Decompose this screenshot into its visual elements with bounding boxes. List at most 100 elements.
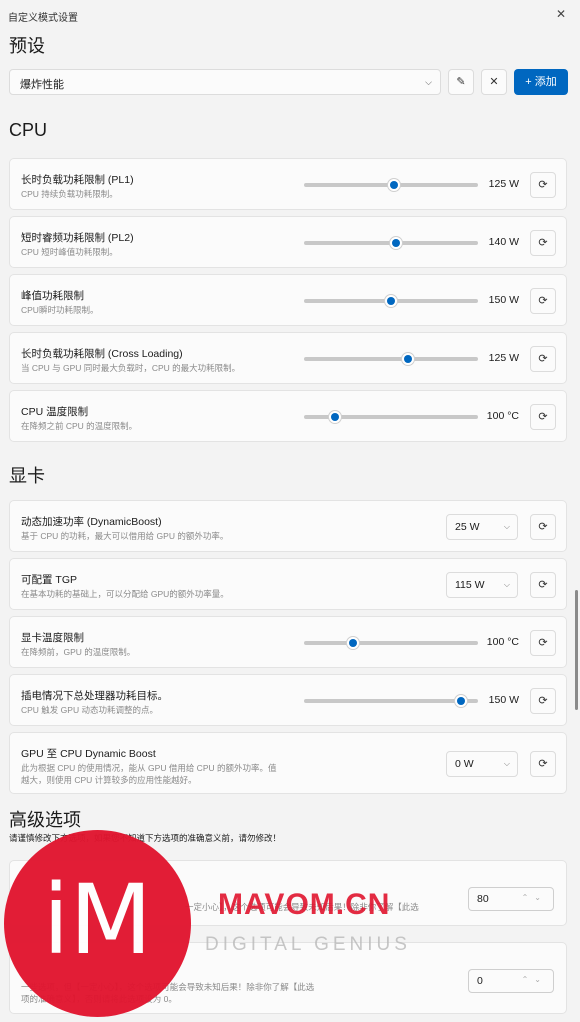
slider-thumb[interactable]: [387, 178, 402, 192]
dynamic-boost-select[interactable]: 25 W ⌵: [446, 514, 518, 540]
select-value: 25 W: [455, 521, 480, 533]
setting-description: CPU瞬时功耗限制。: [21, 305, 99, 315]
window-title: 自定义模式设置: [8, 13, 78, 24]
reset-button[interactable]: ⟳: [530, 630, 556, 656]
slider-thumb[interactable]: [453, 694, 468, 708]
setting-slider[interactable]: [304, 636, 478, 650]
reset-button[interactable]: ⟳: [530, 346, 556, 372]
setting-label: 峰值功耗限制: [21, 290, 84, 302]
reset-icon: ⟳: [538, 579, 548, 591]
chevron-down-icon: ⌵: [425, 77, 432, 87]
chevron-down-icon: ⌵: [503, 580, 510, 589]
cpu-setting-row: 短时睿频功耗限制 (PL2) CPU 短时峰值功耗限制。 140 W ⟳: [9, 216, 567, 268]
close-icon: ✕: [489, 76, 499, 88]
setting-label: 插电情况下总处理器功耗目标。: [21, 690, 168, 702]
setting-description: CPU 触发 GPU 动态功耗调整的点。: [21, 705, 158, 715]
add-preset-button[interactable]: + 添加: [514, 69, 568, 95]
slider-thumb[interactable]: [401, 352, 416, 366]
title-bar: 自定义模式设置 ✕: [0, 0, 580, 28]
setting-description: 基于 CPU 的功耗，最大可以借用给 GPU 的额外功率。: [21, 531, 229, 541]
reset-icon: ⟳: [538, 353, 548, 365]
reset-icon: ⟳: [538, 179, 548, 191]
setting-slider[interactable]: [304, 694, 478, 708]
setting-description: 在降频前，GPU 的温度限制。: [21, 647, 136, 657]
setting-label: 长时负载功耗限制 (Cross Loading): [21, 348, 183, 360]
setting-description: 越大，则使用 CPU 计算较多的应用性能越好。: [21, 775, 197, 785]
number-input[interactable]: 80 ⌃⌄: [468, 887, 554, 911]
setting-value: 125 W: [488, 178, 519, 190]
setting-description: 在基本功耗的基础上，可以分配给 GPU的额外功率量。: [21, 589, 229, 599]
setting-slider[interactable]: [304, 352, 478, 366]
reset-button[interactable]: ⟳: [530, 404, 556, 430]
reset-icon: ⟳: [538, 637, 548, 649]
setting-value: 100 °C: [486, 636, 519, 648]
gpu-setting-row: 可配置 TGP 在基本功耗的基础上，可以分配给 GPU的额外功率量。 115 W…: [9, 558, 567, 610]
gpu-heading: 显卡: [9, 466, 45, 486]
setting-description: 在降频之前 CPU 的温度限制。: [21, 421, 138, 431]
setting-label: 显卡温度限制: [21, 632, 84, 644]
setting-value: 150 W: [488, 294, 519, 306]
number-input[interactable]: 0 ⌃⌄: [468, 969, 554, 993]
setting-description: CPU 持续负载功耗限制。: [21, 189, 118, 199]
setting-slider[interactable]: [304, 410, 478, 424]
reset-button[interactable]: ⟳: [530, 514, 556, 540]
watermark-tagline: DIGITAL GENIUS: [205, 934, 411, 955]
spinner-icon[interactable]: ⌃⌄: [522, 975, 547, 984]
setting-description: CPU 短时峰值功耗限制。: [21, 247, 118, 257]
reset-button[interactable]: ⟳: [530, 288, 556, 314]
select-value: 0 W: [455, 758, 474, 770]
setting-label: 长时负载功耗限制 (PL1): [21, 174, 134, 186]
setting-slider[interactable]: [304, 236, 478, 250]
preset-row: 爆炸性能 ⌵ ✎ ✕ + 添加: [9, 69, 569, 95]
cpu-setting-row: 长时负载功耗限制 (Cross Loading) 当 CPU 与 GPU 同时最…: [9, 332, 567, 384]
setting-value: 125 W: [488, 352, 519, 364]
setting-description: 当 CPU 与 GPU 同时最大负载时，CPU 的最大功耗限制。: [21, 363, 241, 373]
close-icon[interactable]: ✕: [550, 4, 572, 24]
reset-icon: ⟳: [538, 295, 548, 307]
preset-heading: 预设: [9, 36, 45, 56]
slider-thumb[interactable]: [328, 410, 343, 424]
slider-thumb[interactable]: [384, 294, 398, 308]
setting-label: 可配置 TGP: [21, 574, 78, 586]
setting-label: 短时睿频功耗限制 (PL2): [21, 232, 134, 244]
reset-button[interactable]: ⟳: [530, 172, 556, 198]
reset-icon: ⟳: [538, 758, 548, 770]
scrollbar[interactable]: [575, 590, 578, 710]
setting-value: 100 °C: [486, 410, 519, 422]
edit-preset-button[interactable]: ✎: [448, 69, 474, 95]
gpu-setting-row: 插电情况下总处理器功耗目标。 CPU 触发 GPU 动态功耗调整的点。 150 …: [9, 674, 567, 726]
advanced-heading: 高级选项: [9, 810, 81, 830]
number-value: 80: [477, 893, 489, 905]
setting-slider[interactable]: [304, 178, 478, 192]
setting-label: 动态加速功率 (DynamicBoost): [21, 516, 162, 528]
slider-thumb[interactable]: [389, 236, 404, 250]
settings-window: 自定义模式设置 ✕ 预设 爆炸性能 ⌵ ✎ ✕ + 添加 CPU 长时负载功耗限…: [0, 0, 580, 1022]
gpu-setting-row: 动态加速功率 (DynamicBoost) 基于 CPU 的功耗，最大可以借用给…: [9, 500, 567, 552]
cpu-heading: CPU: [9, 120, 48, 140]
gpu-to-cpu-select[interactable]: 0 W ⌵: [446, 751, 518, 777]
reset-icon: ⟳: [538, 695, 548, 707]
delete-preset-button[interactable]: ✕: [481, 69, 507, 95]
reset-button[interactable]: ⟳: [530, 751, 556, 777]
preset-select[interactable]: 爆炸性能 ⌵: [9, 69, 441, 95]
setting-value: 140 W: [488, 236, 519, 248]
cpu-setting-row: 长时负载功耗限制 (PL1) CPU 持续负载功耗限制。 125 W ⟳: [9, 158, 567, 210]
number-value: 0: [477, 975, 483, 987]
chevron-down-icon: ⌵: [503, 522, 510, 531]
gpu-setting-row: 显卡温度限制 在降频前，GPU 的温度限制。 100 °C ⟳: [9, 616, 567, 668]
slider-thumb[interactable]: [345, 636, 360, 650]
cpu-setting-row: 峰值功耗限制 CPU瞬时功耗限制。 150 W ⟳: [9, 274, 567, 326]
chevron-down-icon: ⌵: [503, 759, 510, 768]
cpu-setting-row: CPU 温度限制 在降频之前 CPU 的温度限制。 100 °C ⟳: [9, 390, 567, 442]
reset-icon: ⟳: [538, 237, 548, 249]
setting-value: 150 W: [488, 694, 519, 706]
reset-button[interactable]: ⟳: [530, 688, 556, 714]
setting-label: CPU 温度限制: [21, 406, 89, 418]
reset-icon: ⟳: [538, 411, 548, 423]
reset-button[interactable]: ⟳: [530, 230, 556, 256]
reset-button[interactable]: ⟳: [530, 572, 556, 598]
setting-slider[interactable]: [304, 294, 478, 308]
tgp-select[interactable]: 115 W ⌵: [446, 572, 518, 598]
spinner-icon[interactable]: ⌃⌄: [522, 893, 547, 902]
watermark-logo: iM: [4, 830, 191, 1017]
